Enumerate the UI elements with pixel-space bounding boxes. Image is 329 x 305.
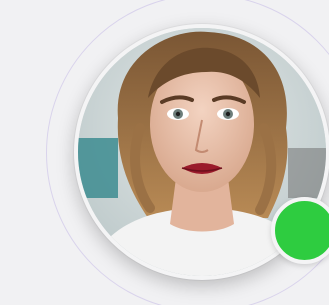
online-status-indicator [271, 197, 329, 264]
avatar-widget [0, 0, 329, 305]
